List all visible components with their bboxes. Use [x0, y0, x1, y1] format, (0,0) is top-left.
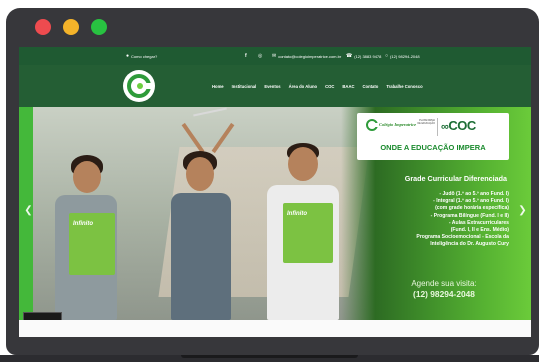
hero-banner[interactable]: Infinito Infinito Colégio Imperatrice PL… [19, 107, 531, 320]
child-center [157, 107, 247, 320]
brand-divider [437, 118, 438, 136]
nav-baac[interactable]: BAAC [342, 84, 354, 89]
page-content-below [19, 320, 531, 337]
brand-partner: ∞COC [441, 118, 476, 133]
minimize-window-icon[interactable] [63, 19, 79, 35]
top-info-bar: ● Como chegar? f ◎ ✉ contato@colegioimpe… [19, 47, 531, 65]
school-logo[interactable] [123, 70, 155, 102]
child-right: Infinito [255, 143, 345, 320]
phone-icon: ☎ [346, 53, 353, 59]
carousel-prev-icon[interactable]: ❮ [23, 203, 34, 217]
nav-contato[interactable]: Contato [363, 84, 379, 89]
whatsapp-label: (12) 98294-2048 [390, 53, 420, 59]
nav-trabalhe-conosco[interactable]: Trabalhe Conosco [386, 84, 422, 89]
maximize-window-icon[interactable] [91, 19, 107, 35]
close-window-icon[interactable] [35, 19, 51, 35]
facebook-icon: f [245, 53, 247, 59]
hero-bullet: - Judô (1.º ao 5.º ano Fund. I) [439, 191, 509, 197]
nav-area-do-aluno[interactable]: Área do Aluno [289, 84, 317, 89]
brand-platform: PLATAFORMA DE EDUCAÇÃO [417, 119, 435, 125]
phone-label: (12) 3883 9478 [354, 53, 382, 59]
nav-home[interactable]: Home [212, 84, 224, 89]
book-title-left: Infinito [73, 221, 93, 227]
hero-bullet: (Fund. I, II e Ens. Médio) [450, 227, 509, 234]
location-link[interactable]: ● Como chegar? [126, 47, 157, 65]
cta-label: Agende sua visita: [411, 279, 477, 288]
brand-tagline: ONDE A EDUCAÇÃO IMPERA [380, 143, 486, 152]
main-navbar: Home Institucional Eventos Área do Aluno… [19, 65, 531, 107]
brand-partner-label: COC [448, 118, 476, 133]
brand-card: Colégio Imperatrice PLATAFORMA DE EDUCAÇ… [357, 113, 509, 160]
carousel-next-icon[interactable]: ❯ [517, 203, 528, 217]
nav-eventos[interactable]: Eventos [264, 84, 280, 89]
nav-coc[interactable]: COC [325, 84, 334, 89]
hero-bullet: Inteligência do Dr. Augusto Cury [430, 241, 509, 248]
imperatrice-logo-icon [366, 119, 378, 131]
hero-bullet-list: - Judô (1.º ao 5.º ano Fund. I) - Integr… [357, 191, 509, 249]
instagram-icon: ◎ [258, 53, 263, 59]
schedule-visit-cta[interactable]: Agende sua visita: (12) 98294-2048 [394, 278, 494, 300]
location-label: Como chegar? [131, 53, 158, 59]
nav-institucional[interactable]: Institucional [232, 84, 257, 89]
textbook-left: Infinito [69, 213, 115, 275]
whatsapp-link[interactable]: ○ (12) 98294-2048 [385, 47, 420, 65]
cta-phone: (12) 98294-2048 [413, 289, 475, 299]
envelope-icon: ✉ [272, 53, 277, 59]
map-pin-icon: ● [126, 53, 130, 59]
hero-bullet: - Aulas Extracurriculares [448, 219, 509, 226]
nav-menu: Home Institucional Eventos Área do Aluno… [212, 65, 423, 107]
laptop-notch [181, 355, 358, 358]
hero-bullet: - Programa Bilíngue (Fund. I e II) [430, 212, 509, 219]
phone-link[interactable]: ☎ (12) 3883 9478 [346, 47, 381, 65]
email-label: contato@colegioimperatrice.com.br [278, 53, 342, 59]
child-left: Infinito [47, 155, 127, 320]
logo-mark-icon [127, 74, 151, 98]
facebook-link[interactable]: f [245, 47, 247, 65]
book-title-right: Infinito [287, 211, 307, 217]
cookie-notice[interactable] [23, 312, 62, 320]
email-link[interactable]: ✉ contato@colegioimperatrice.com.br [272, 47, 341, 65]
hero-heading: Grade Curricular Diferenciada [404, 174, 507, 183]
browser-viewport: ● Como chegar? f ◎ ✉ contato@colegioimpe… [19, 47, 531, 337]
whatsapp-icon: ○ [385, 53, 389, 59]
instagram-link[interactable]: ◎ [258, 47, 262, 65]
hero-bullet: - Integral (1.º ao 5.º ano Fund. I) [433, 198, 509, 205]
hero-bullet: (com grade horária específica) [435, 205, 509, 212]
textbook-right: Infinito [283, 203, 333, 263]
hero-bullet: Programa Socioemocional - Escola da [416, 234, 509, 241]
brand-school-name: Colégio Imperatrice [379, 122, 417, 127]
